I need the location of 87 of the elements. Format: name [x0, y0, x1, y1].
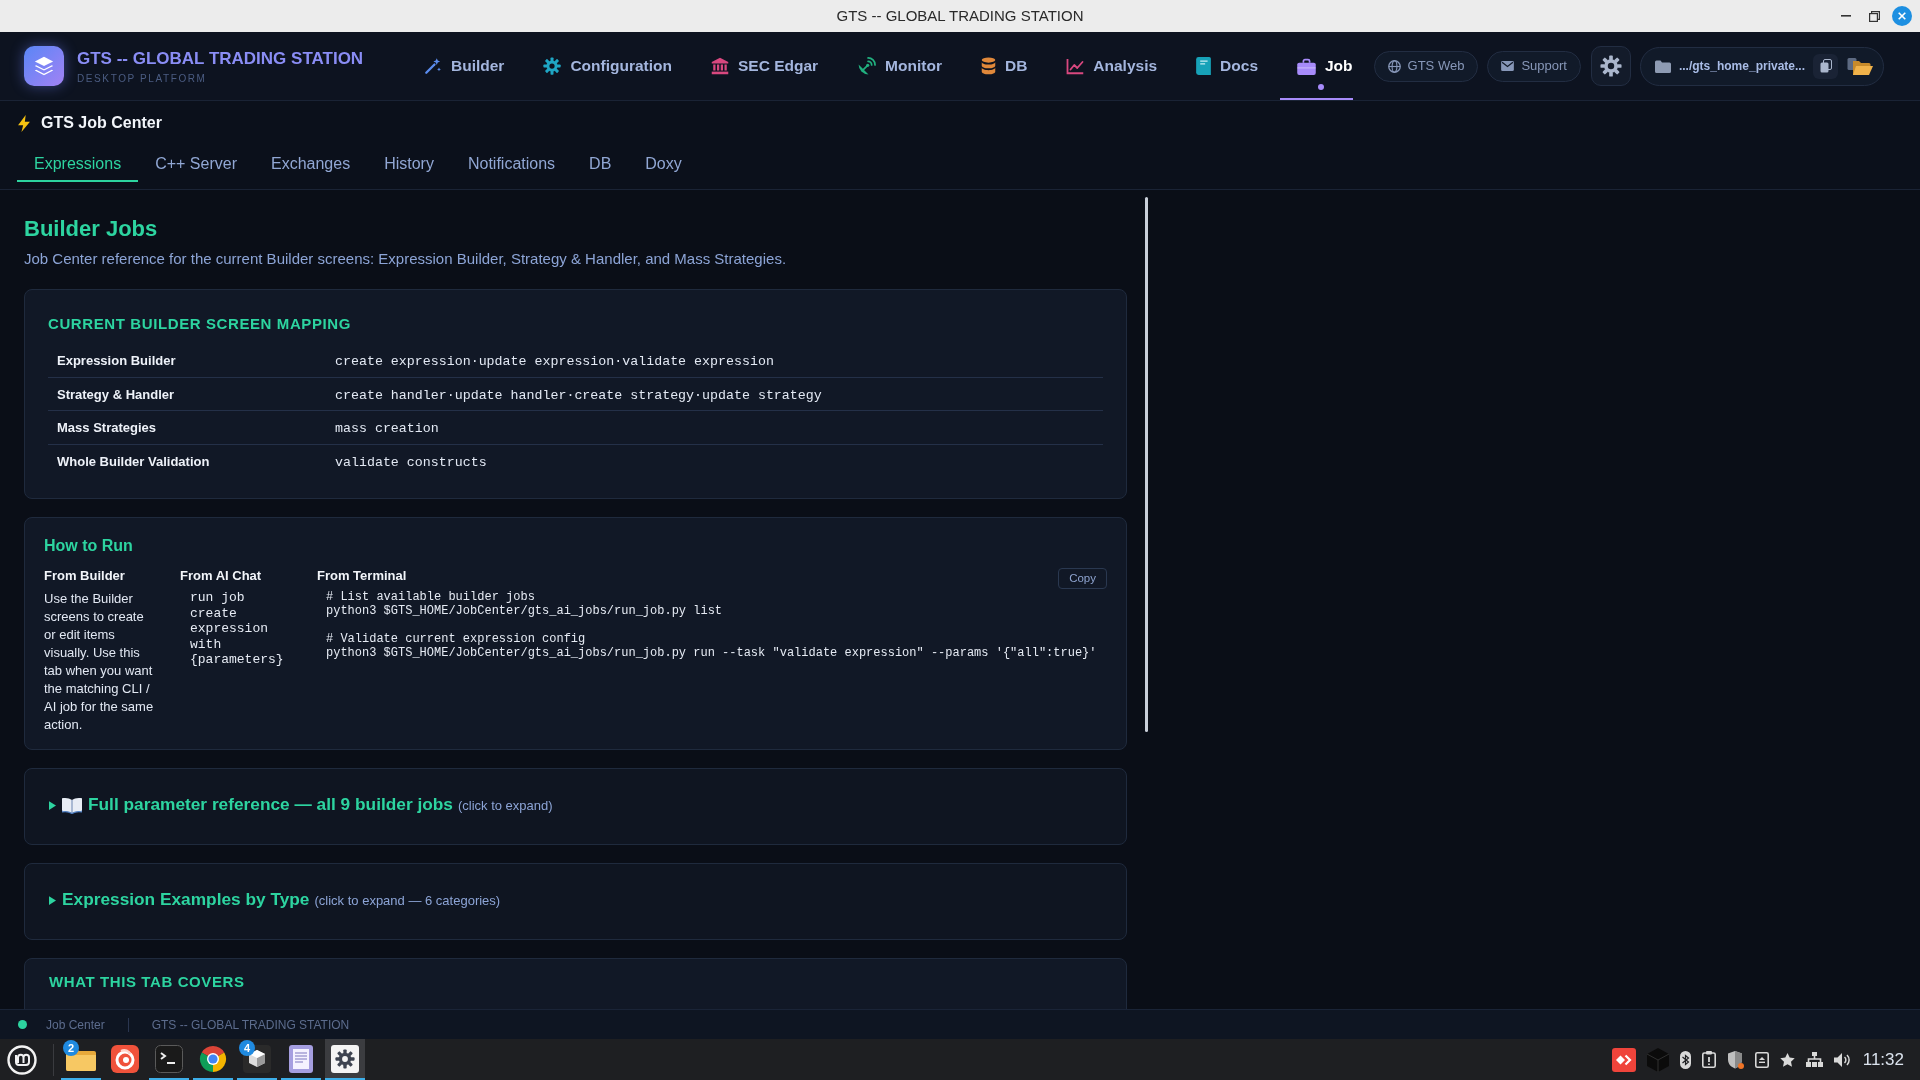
page-heading: Builder Jobs: [24, 215, 158, 243]
nav-tab[interactable]: Monitor: [840, 32, 942, 100]
job-names: create expression·update expression·validate expression: [335, 354, 774, 370]
nav-tab[interactable]: Analysis: [1049, 32, 1158, 100]
app-subtitle: DESKTOP PLATFORM: [77, 71, 207, 85]
tab[interactable]: History: [367, 145, 451, 182]
section-title[interactable]: Expression Examples by Type: [62, 889, 310, 909]
caret-icon[interactable]: [49, 800, 56, 810]
cube-icon[interactable]: [243, 1044, 271, 1073]
shield-icon[interactable]: [1726, 1050, 1744, 1069]
notification-count: 4: [239, 1040, 255, 1056]
taskbar-button[interactable]: [325, 1039, 365, 1080]
tab[interactable]: DB: [572, 145, 629, 182]
bluetooth-icon[interactable]: [1679, 1050, 1691, 1069]
document-icon[interactable]: [289, 1044, 313, 1073]
instructions-text: Use the Builder screens to create or edit items visually. Use this tab when you want the matching CLI / AI job for the same action.: [44, 590, 155, 734]
command-text: # List available builder jobs python3 $GTS_HOME/JobCenter/gts_ai_jobs/run_job.py list: [326, 590, 723, 618]
copy-button[interactable]: Copy: [1058, 568, 1107, 589]
card-title: CURRENT BUILDER SCREEN MAPPING: [48, 314, 351, 334]
volume-icon[interactable]: [1833, 1052, 1850, 1067]
tab[interactable]: C++ Server: [138, 145, 254, 182]
nav-tab[interactable]: DB: [963, 32, 1028, 100]
settings-button[interactable]: [1590, 46, 1631, 86]
tab[interactable]: Notifications: [450, 145, 573, 182]
screen-name: Expression Builder: [57, 353, 176, 369]
layers-logo-icon: [24, 46, 64, 86]
round-logo-icon[interactable]: [199, 1044, 227, 1073]
copy-icon[interactable]: [1819, 59, 1832, 73]
job-names: mass creation: [335, 421, 439, 437]
notification-count: 2: [63, 1040, 79, 1056]
column-heading: From Builder: [44, 567, 125, 585]
screen-name: Whole Builder Validation: [57, 454, 210, 470]
gear-tile-icon[interactable]: [331, 1044, 359, 1073]
tab[interactable]: Doxy: [628, 145, 699, 182]
header-link[interactable]: GTS Web: [1373, 50, 1479, 82]
terminal-icon[interactable]: [155, 1044, 183, 1073]
taskbar-button[interactable]: 4: [237, 1039, 277, 1080]
collapsible-card[interactable]: Expression Examples by Type (click to expand — 6 categories): [24, 863, 1127, 940]
job-names: create handler·update handler·create strategy·update strategy: [335, 387, 822, 403]
nav-tab[interactable]: Configuration: [526, 32, 672, 100]
lightning-icon: [18, 114, 30, 132]
nav-tab[interactable]: Builder: [407, 32, 505, 100]
column-heading: From Terminal: [317, 567, 407, 585]
card-title: How to Run: [44, 536, 133, 556]
open-book-icon: [62, 796, 82, 814]
swirl-tile-icon[interactable]: [111, 1044, 139, 1073]
job-center-title: GTS Job Center: [41, 113, 162, 133]
screen-name: Strategy & Handler: [57, 386, 175, 402]
eject-icon[interactable]: [1754, 1051, 1769, 1068]
window-title: GTS -- GLOBAL TRADING STATION: [836, 5, 1084, 26]
section-hint: (click to expand): [457, 798, 553, 813]
command-text: # Validate current expression config python3 $GTS_HOME/JobCenter/gts_ai_jobs/run_job.py run --task "validate expression" --params '{"all":true}': [326, 632, 1097, 660]
code-snippet: run job create expression with {parameters}: [190, 590, 285, 668]
tab[interactable]: Expressions: [17, 145, 139, 182]
star-icon[interactable]: [1779, 1052, 1795, 1067]
card-title: WHAT THIS TAB COVERS: [49, 972, 245, 992]
taskbar-button[interactable]: 2: [61, 1039, 101, 1080]
close-button[interactable]: [1892, 6, 1912, 26]
collapsible-card[interactable]: Full parameter reference — all 9 builder jobs (click to expand): [24, 768, 1127, 845]
globe-icon: [1387, 59, 1401, 73]
caret-icon[interactable]: [49, 895, 56, 905]
nav-tab[interactable]: SEC Edgar: [694, 32, 819, 100]
page-description: Job Center reference for the current Builder screens: Expression Builder, Strategy & Handler, and Mass Strategies.: [24, 249, 787, 269]
active-dot-icon: [1318, 84, 1325, 90]
status-text: GTS -- GLOBAL TRADING STATION: [151, 1016, 350, 1034]
column-heading: From AI Chat: [180, 567, 262, 585]
path-text: .../gts_home_private...: [1678, 58, 1805, 75]
header-link[interactable]: Support: [1487, 50, 1581, 82]
section-title[interactable]: Full parameter reference — all 9 builder jobs: [88, 794, 453, 814]
status-text: Job Center: [46, 1016, 105, 1034]
folder-icon: [1654, 59, 1671, 73]
diamond-tile-icon[interactable]: [1611, 1047, 1636, 1072]
clipboard-icon[interactable]: [1701, 1051, 1716, 1068]
scrollbar-thumb[interactable]: [1145, 197, 1148, 732]
tab[interactable]: Exchanges: [253, 145, 368, 182]
envelope-icon: [1501, 61, 1515, 71]
screen-name: Mass Strategies: [57, 420, 156, 436]
clock[interactable]: 11:32: [1862, 1046, 1904, 1073]
menu-logo-icon[interactable]: [7, 1044, 37, 1075]
settings-icon[interactable]: [1599, 55, 1622, 77]
network-icon[interactable]: [1805, 1052, 1823, 1067]
app-title: GTS -- GLOBAL TRADING STATION: [77, 47, 364, 69]
close-icon[interactable]: [1898, 12, 1906, 20]
section-hint: (click to expand — 6 categories): [314, 893, 501, 908]
nav-tab[interactable]: Docs: [1179, 32, 1258, 100]
copy-path-button[interactable]: [1813, 53, 1838, 79]
job-names: validate constructs: [335, 455, 487, 471]
